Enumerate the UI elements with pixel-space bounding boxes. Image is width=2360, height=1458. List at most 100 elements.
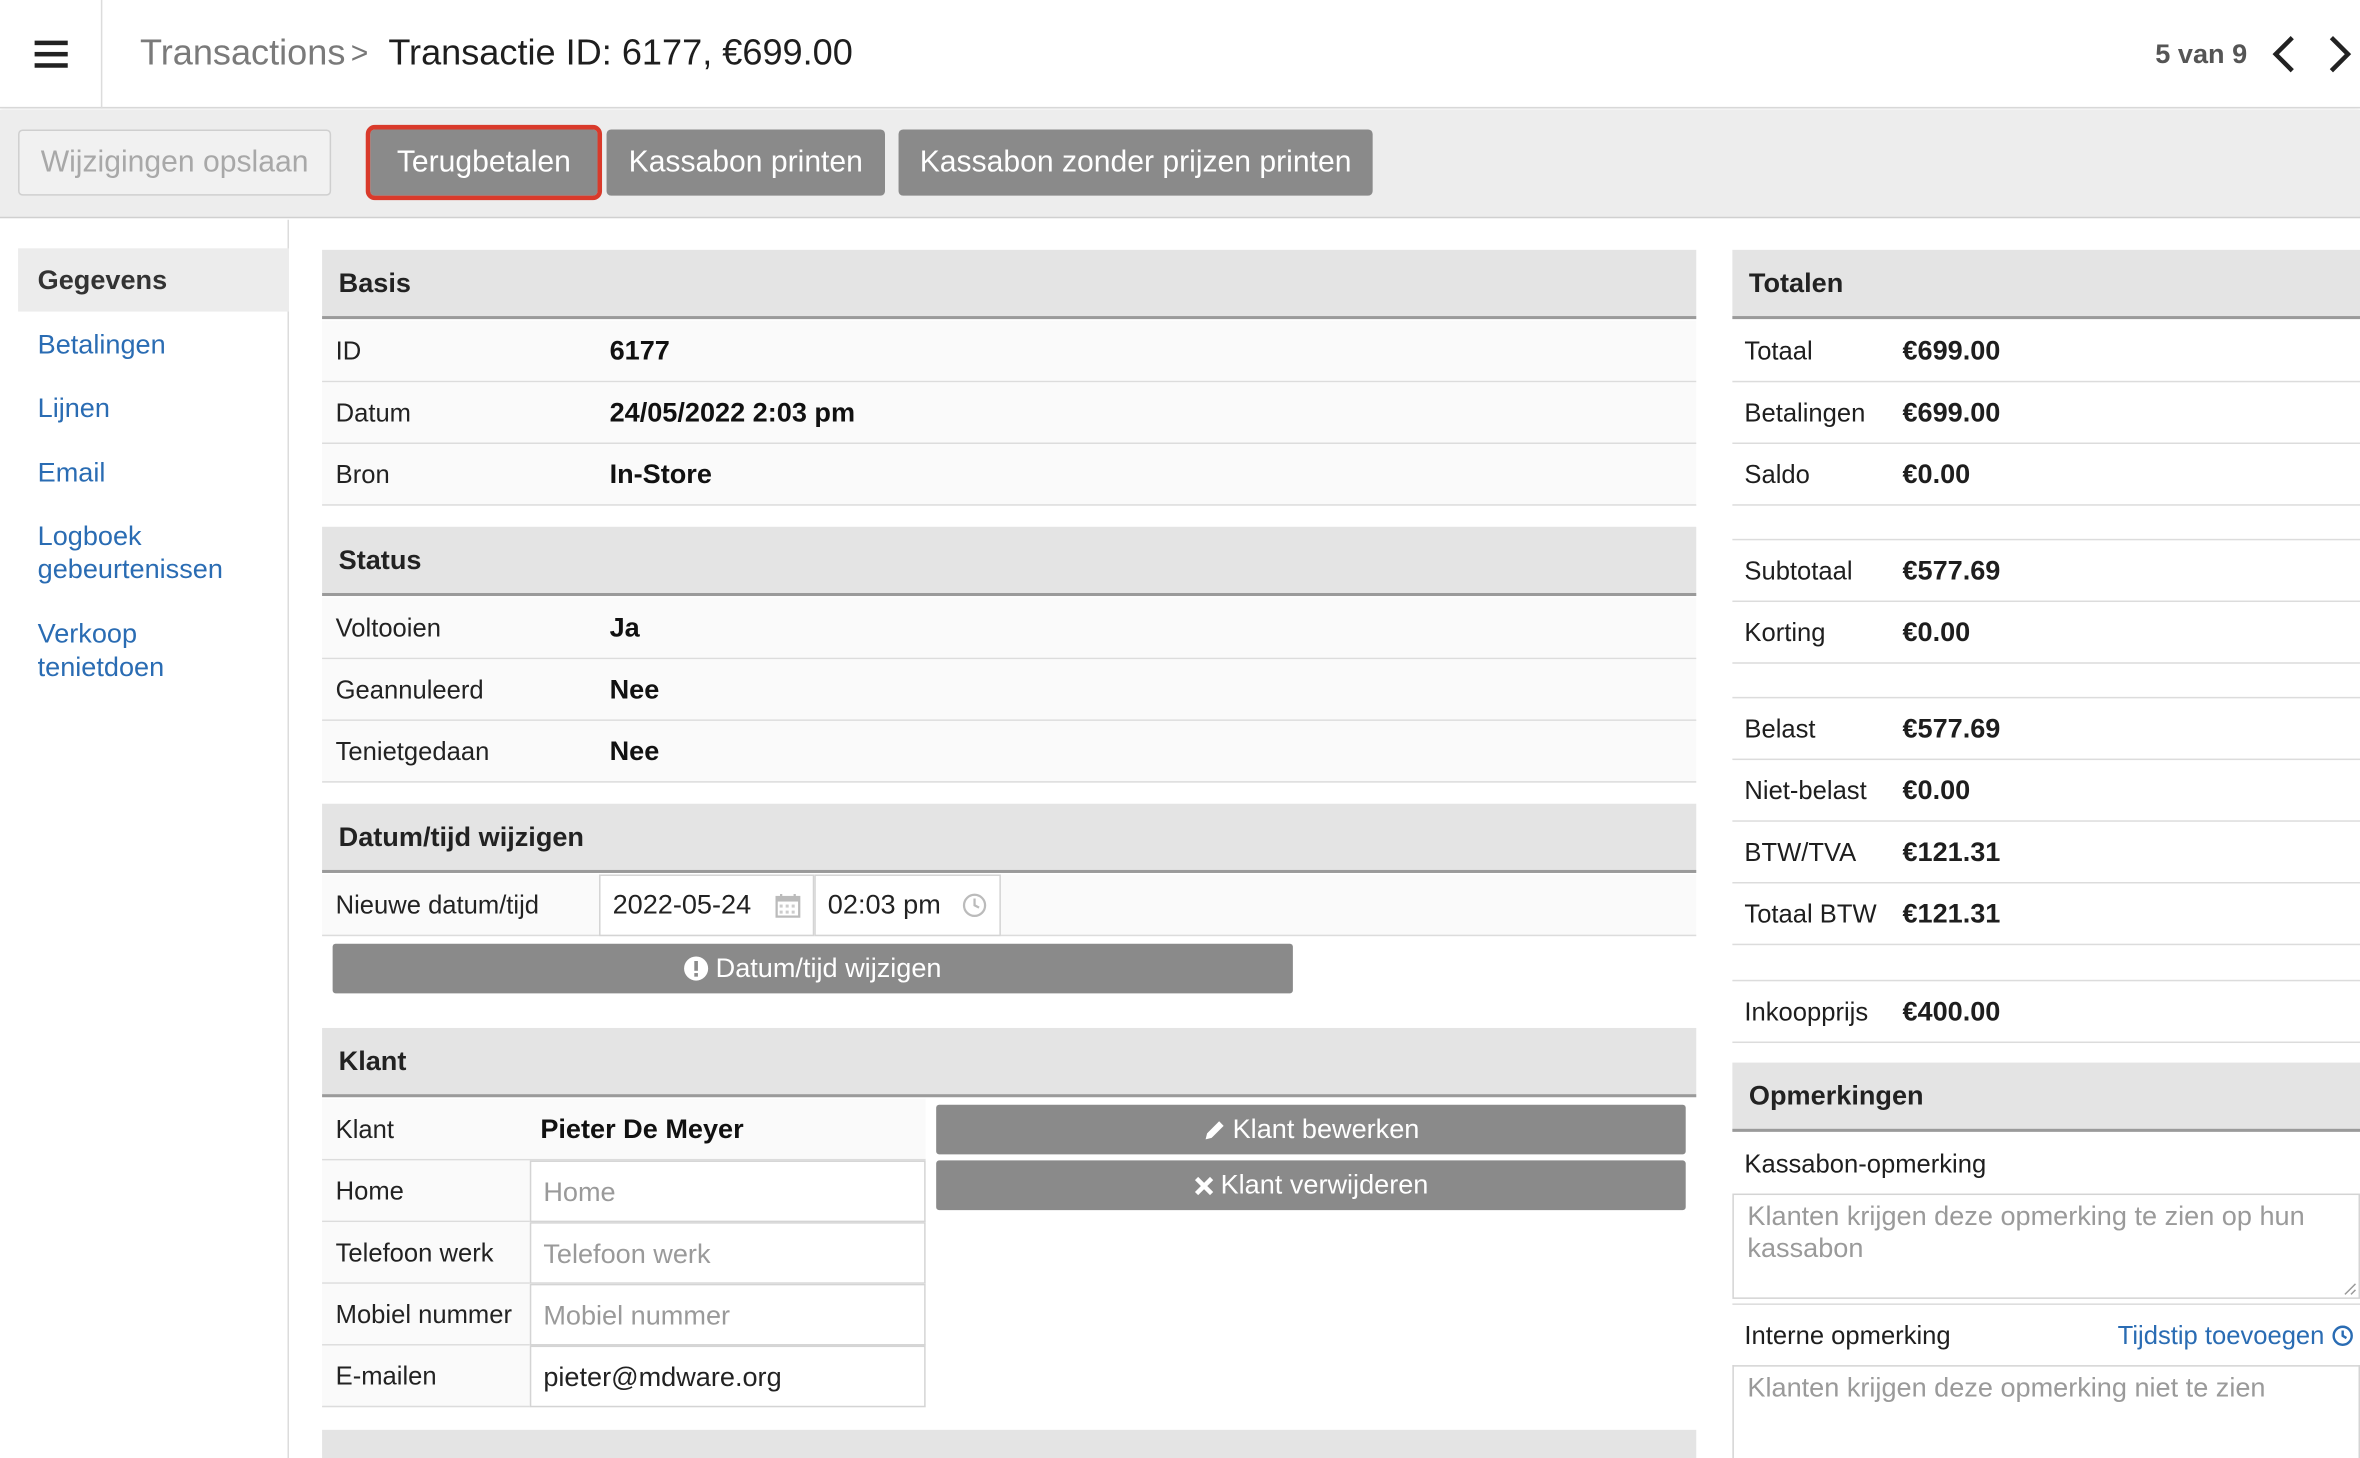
remove-customer-button[interactable]: Klant verwijderen [936,1160,1686,1211]
total-value: €121.31 [1902,898,2001,929]
opmerkingen-header: Opmerkingen [1732,1062,2360,1132]
change-datetime-label: Datum/tijd wijzigen [715,952,942,983]
field-label: Telefoon werk [335,1238,494,1268]
home-phone-input[interactable]: Home [529,1160,926,1223]
field-label: Home [335,1176,404,1206]
table-row: Bron In-Store [322,444,1697,506]
datetime-label: Nieuwe datum/tijd [335,891,540,920]
total-row: Totaal €699.00 [1732,321,2360,383]
menu-button[interactable] [0,0,103,109]
receipt-note-textarea[interactable] [1732,1193,2360,1299]
internal-note-textarea[interactable] [1732,1365,2360,1458]
mobile-input[interactable]: Mobiel nummer [529,1283,926,1346]
clock-icon [962,893,987,917]
email-value: pieter@mdware.org [543,1362,782,1393]
total-label: Betalingen [1744,398,1866,428]
row-label: Geannuleerd [335,675,484,705]
internal-note-label: Interne opmerking [1744,1321,1951,1351]
status-title: Status [338,544,422,575]
basis-header: Basis [322,249,1697,320]
field-label: E-mailen [335,1362,437,1391]
work-phone-input[interactable]: Telefoon werk [529,1222,926,1284]
total-row: Korting €0.00 [1732,602,2360,664]
breadcrumb-separator-icon: > [350,37,369,71]
klant-name: Pieter De Meyer [540,1113,744,1144]
time-input[interactable]: 02:03 pm [814,874,1001,937]
field-label: Mobiel nummer [335,1300,512,1330]
sidebar-item-betalingen[interactable]: Betalingen [38,328,166,361]
chevron-left-icon[interactable] [2267,33,2303,75]
total-value: €0.00 [1902,617,1971,648]
print-receipt-no-prices-button[interactable]: Kassabon zonder prijzen printen [898,129,1373,196]
internal-note-row: Interne opmerking Tijdstip toevoegen [1732,1303,2360,1363]
date-value: 2022-05-24 [612,889,752,920]
total-label: Inkoopprijs [1744,997,1869,1027]
klant-name-label: Klant [335,1115,394,1144]
row-value: In-Store [609,459,712,490]
table-row: Datum 24/05/2022 2:03 pm [322,382,1697,445]
basis-title: Basis [338,267,411,298]
sidebar-item-gegevens[interactable]: Gegevens [18,248,289,312]
page-title: Transactie ID: 6177, €699.00 [388,33,853,74]
hamburger-icon [33,40,67,68]
receipt-note-label: Kassabon-opmerking [1744,1149,1987,1179]
row-value: 24/05/2022 2:03 pm [609,397,856,428]
add-timestamp-link[interactable]: Tijdstip toevoegen [2118,1321,2354,1351]
klant-name-row: Klant Pieter De Meyer [322,1098,926,1161]
remove-customer-label: Klant verwijderen [1220,1169,1429,1200]
sidebar-item-logboek[interactable]: Logboek gebeurtenissen [38,519,264,585]
pencil-icon [1205,1120,1224,1139]
sidebar: Gegevens Betalingen Lijnen Email Logboek… [0,219,289,1458]
resize-handle-icon[interactable] [2342,1281,2357,1296]
total-label: Totaal [1744,337,1813,366]
total-row: Betalingen €699.00 [1732,382,2360,445]
save-changes-button[interactable]: Wijzigingen opslaan [18,129,332,196]
home-phone-placeholder: Home [543,1176,616,1208]
datetime-header: Datum/tijd wijzigen [322,803,1697,873]
datetime-title: Datum/tijd wijzigen [338,821,585,852]
breadcrumb-root[interactable]: Transactions [140,33,345,75]
time-value: 02:03 pm [827,889,941,920]
total-row: Subtotaal €577.69 [1732,540,2360,603]
klant-title: Klant [338,1045,407,1076]
total-value: €699.00 [1902,335,2001,366]
row-value: Ja [609,612,640,643]
total-label: Korting [1744,618,1826,648]
date-input[interactable]: 2022-05-24 [599,874,815,937]
total-value: €0.00 [1902,459,1971,490]
calendar-icon [775,894,801,918]
table-row: Voltooien Ja [322,597,1697,660]
row-value: 6177 [609,335,670,366]
sidebar-item-email[interactable]: Email [38,456,106,489]
email-input[interactable]: pieter@mdware.org [529,1345,926,1408]
chevron-right-icon[interactable] [2321,33,2357,75]
total-row: Niet-belast €0.00 [1732,760,2360,822]
edit-customer-button[interactable]: Klant bewerken [936,1104,1686,1155]
totalen-header: Totalen [1732,249,2360,320]
total-row: Totaal BTW €121.31 [1732,883,2360,946]
total-label: Subtotaal [1744,556,1853,586]
edit-customer-label: Klant bewerken [1232,1113,1420,1144]
total-row: Saldo €0.00 [1732,444,2360,506]
refund-button[interactable]: Terugbetalen [365,124,603,201]
klant-header: Klant [322,1027,1697,1098]
row-label: Tenietgedaan [335,737,490,767]
total-value: €699.00 [1902,397,2001,428]
total-row: BTW/TVA €121.31 [1732,822,2360,884]
total-value: €121.31 [1902,836,2001,867]
sidebar-item-verkoop-tenietdoen[interactable]: Verkoop tenietdoen [38,617,219,683]
totalen-title: Totalen [1748,267,1844,298]
total-label: Niet-belast [1744,776,1867,806]
total-value: €577.69 [1902,713,2001,744]
table-row: ID 6177 [322,320,1697,383]
total-label: Belast [1744,714,1816,744]
change-datetime-button[interactable]: Datum/tijd wijzigen [332,943,1293,994]
row-label: Bron [335,460,390,490]
clock-icon [2332,1325,2354,1347]
print-receipt-button[interactable]: Kassabon printen [606,129,885,196]
row-label: Voltooien [335,614,441,643]
sidebar-item-lijnen[interactable]: Lijnen [38,391,110,424]
total-label: Totaal BTW [1744,900,1877,929]
table-row: Tenietgedaan Nee [322,720,1697,783]
opmerkingen-title: Opmerkingen [1748,1079,1924,1111]
